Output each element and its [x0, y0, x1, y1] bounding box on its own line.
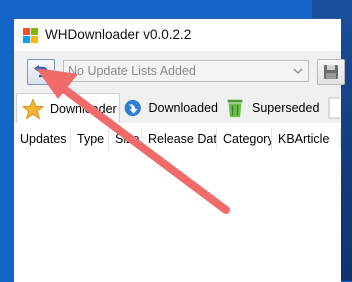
column-header-size[interactable]: Size: [109, 128, 142, 150]
star-icon: [22, 98, 44, 120]
tab-superseded-label: Superseded: [252, 101, 320, 115]
tab-downloader-label: Downloader: [50, 102, 117, 116]
chevron-down-icon: [293, 68, 303, 74]
floppy-disk-icon: [324, 65, 338, 79]
tab-downloader[interactable]: Downloader: [16, 93, 120, 124]
toolbar: No Update Lists Added: [14, 51, 345, 93]
tab-more[interactable]: [328, 93, 341, 123]
save-button[interactable]: [317, 59, 345, 85]
undo-refresh-icon: [34, 65, 49, 78]
tab-strip: Downloader Downloaded Superseded: [14, 93, 341, 124]
tab-superseded[interactable]: Superseded: [224, 93, 324, 123]
column-header-kbarticle[interactable]: KBArticle: [272, 128, 341, 150]
trash-can-icon: [227, 99, 243, 118]
window-title: WHDownloader v0.0.2.2: [45, 27, 192, 42]
update-list-select[interactable]: No Update Lists Added: [63, 60, 309, 82]
updates-list[interactable]: Updates Type Size Release Date Category …: [14, 123, 341, 282]
update-list-select-value: No Update Lists Added: [68, 64, 196, 78]
tab-downloaded-label: Downloaded: [148, 101, 219, 115]
column-header-category[interactable]: Category: [217, 128, 272, 150]
tab-downloaded[interactable]: Downloaded: [123, 93, 218, 123]
column-header-release-date[interactable]: Release Date: [142, 128, 217, 150]
title-bar: WHDownloader v0.0.2.2: [14, 19, 341, 51]
list-header: Updates Type Size Release Date Category …: [14, 128, 341, 150]
blue-arrow-icon: [124, 99, 141, 117]
column-header-type[interactable]: Type: [71, 128, 109, 150]
column-header-updates[interactable]: Updates: [14, 128, 71, 150]
refresh-button[interactable]: [27, 59, 55, 85]
document-icon: [328, 97, 340, 119]
app-window: WHDownloader v0.0.2.2 No Update Lists Ad…: [13, 18, 345, 282]
app-windows-icon: [23, 28, 38, 43]
